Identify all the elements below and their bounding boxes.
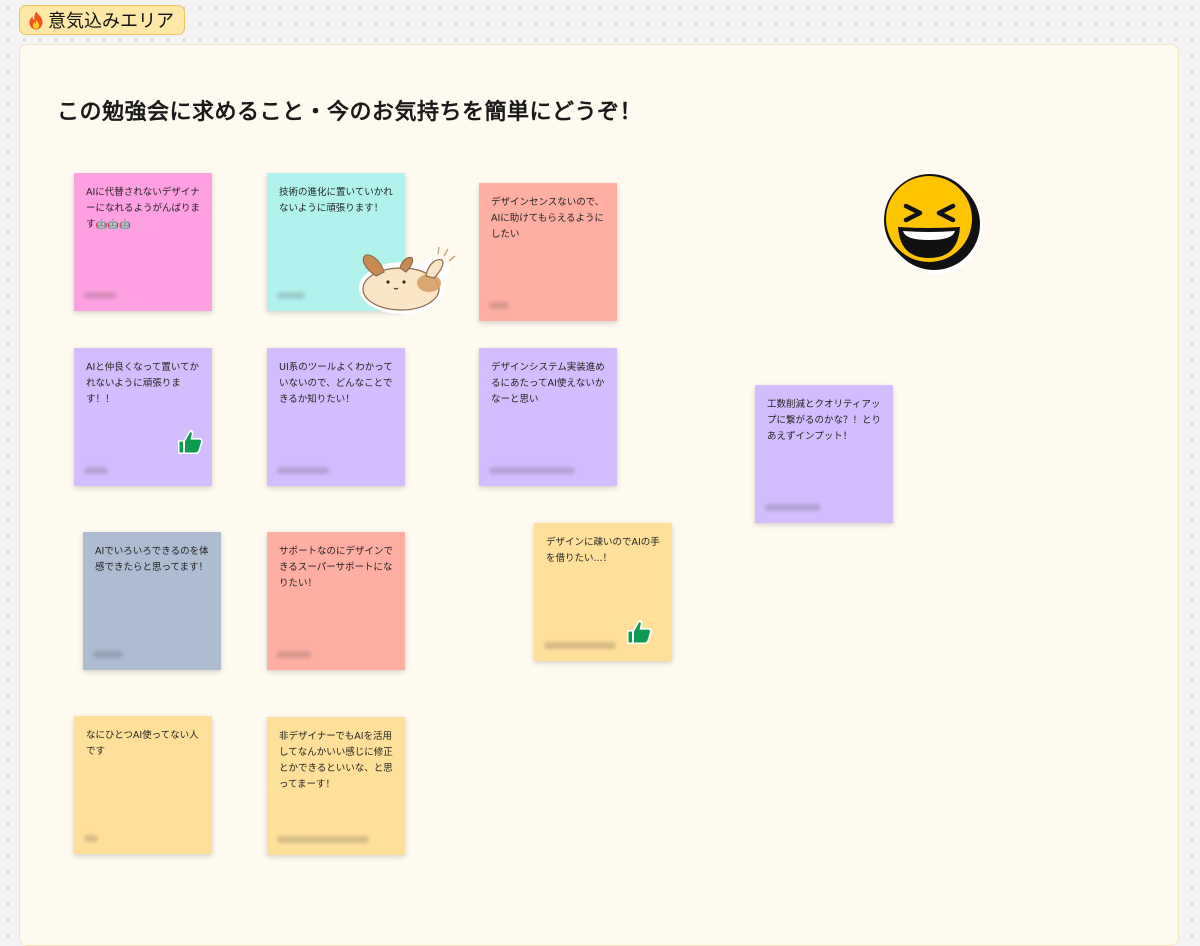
sticky-note-text: 工数削減とクオリティアップに繋がるのかな？！とりあえずインプット！ xyxy=(767,399,882,442)
sticky-note-text: デザインセンスないので、AIに助けてもらえるようにしたい xyxy=(491,197,605,240)
sticky-note-text: AIに代替されないデザイナーになれるようがんばります🤖🤖🤖 xyxy=(86,187,201,230)
thumbs-up-icon[interactable] xyxy=(175,427,205,457)
thumbs-up-icon[interactable] xyxy=(624,617,654,647)
sticky-note[interactable]: AIと仲良くなって置いてかれないように頑張ります！！ xyxy=(74,348,212,486)
sticky-note-author xyxy=(84,467,108,474)
section-title: 意気込みエリア xyxy=(48,11,174,32)
sticky-note-author xyxy=(84,292,116,299)
section-title-tag[interactable]: 意気込みエリア xyxy=(19,5,185,35)
sticky-note[interactable]: UI系のツールよくわかっていないので、どんなことできるか知りたい！ xyxy=(267,348,405,486)
sticky-note-author xyxy=(277,651,311,658)
board-heading: この勉強会に求めること・今のお気持ちを簡単にどうぞ！ xyxy=(57,100,643,125)
sticky-note[interactable]: デザインセンスないので、AIに助けてもらえるようにしたい xyxy=(479,183,617,321)
sticky-note-text: デザインに疎いのでAIの手を借りたい...！ xyxy=(546,537,660,564)
sticky-note-text: 非デザイナーでもAIを活用してなんかいい感じに修正とかできるといいな、と思ってま… xyxy=(279,731,393,790)
sticky-note-text: デザインシステム実装進めるにあたってAI使えないかなーと思い xyxy=(491,362,605,405)
sticky-note-author xyxy=(489,302,509,309)
sticky-note-author xyxy=(93,651,123,658)
sticky-note-author xyxy=(544,642,616,649)
sticky-note-text: AIでいろいろできるのを体感できたらと思ってます！ xyxy=(95,546,209,573)
sticky-note-text: UI系のツールよくわかっていないので、どんなことできるか知りたい！ xyxy=(279,362,393,405)
sticky-note[interactable]: AIに代替されないデザイナーになれるようがんばります🤖🤖🤖 xyxy=(74,173,212,311)
sticky-note-text: 技術の進化に置いていかれないように頑張ります！ xyxy=(279,187,393,214)
sticky-note-author xyxy=(277,292,305,299)
sticky-note[interactable]: デザインシステム実装進めるにあたってAI使えないかなーと思い xyxy=(479,348,617,486)
sticky-note-author xyxy=(84,835,98,842)
sticky-note[interactable]: 非デザイナーでもAIを活用してなんかいい感じに修正とかできるといいな、と思ってま… xyxy=(267,717,405,855)
sticky-note-author xyxy=(765,504,821,511)
sticky-note[interactable]: サポートなのにデザインできるスーパーサポートになりたい！ xyxy=(267,532,405,670)
fire-icon xyxy=(29,11,43,29)
sticky-note[interactable]: なにひとつAI使ってない人です xyxy=(74,716,212,854)
sticky-note[interactable]: AIでいろいろできるのを体感できたらと思ってます！ xyxy=(83,532,221,670)
sticky-note-text: サポートなのにデザインできるスーパーサポートになりたい！ xyxy=(279,546,394,589)
sticky-note-text: なにひとつAI使ってない人です xyxy=(86,730,199,757)
sticky-note[interactable]: 工数削減とクオリティアップに繋がるのかな？！とりあえずインプット！ xyxy=(755,385,893,523)
sticky-note-author xyxy=(277,836,369,843)
sticky-note-author xyxy=(489,467,575,474)
laughing-face-icon[interactable] xyxy=(880,170,990,280)
sticky-note-text: AIと仲良くなって置いてかれないように頑張ります！！ xyxy=(86,362,200,405)
waving-dog-sticker[interactable] xyxy=(356,246,456,316)
sticky-note-author xyxy=(277,467,329,474)
